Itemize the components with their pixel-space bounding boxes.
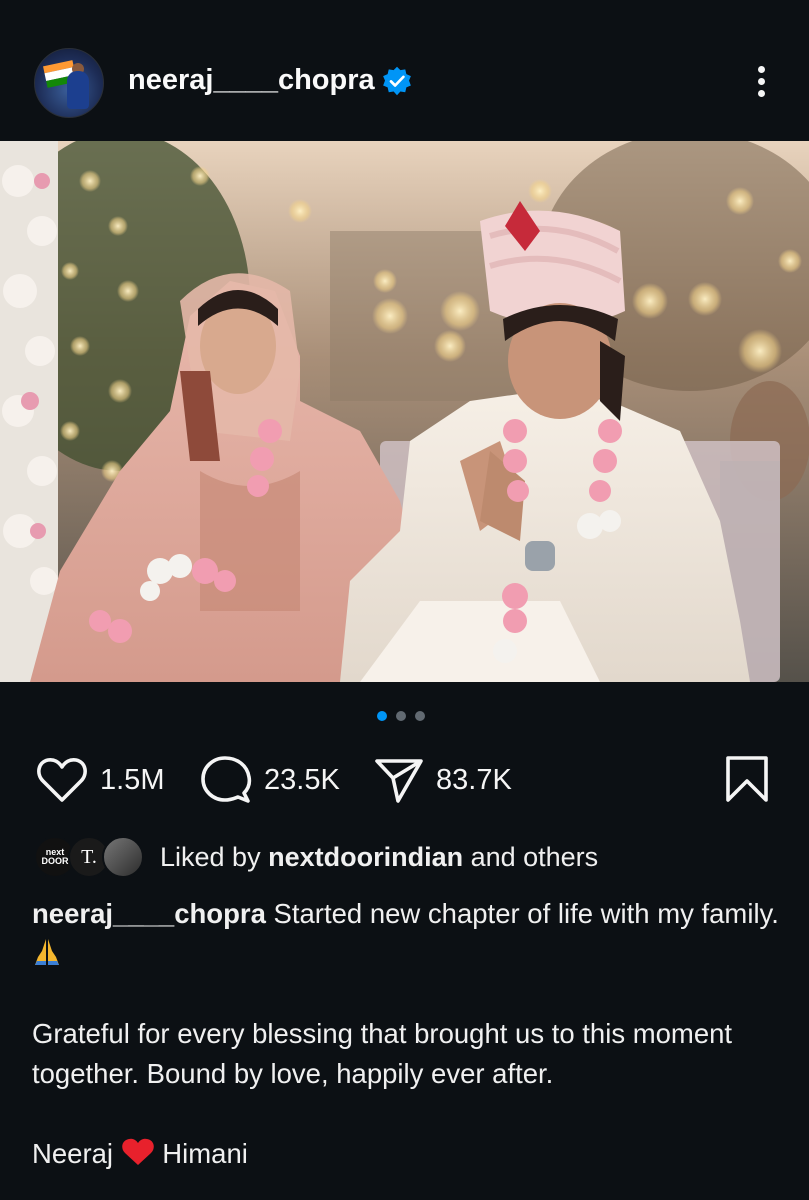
- red-heart-icon: [121, 1138, 154, 1165]
- profile-avatar[interactable]: [34, 48, 104, 118]
- comment-icon[interactable]: [200, 755, 252, 805]
- carousel-dot-active: [377, 711, 387, 721]
- avatar-person-body: [67, 71, 89, 109]
- liked-by-text: Liked by nextdoorindian and others: [160, 842, 599, 872]
- carousel-dot: [415, 711, 425, 721]
- caption-first-paragraph: neeraj____chopra Started new chapter of …: [32, 894, 782, 974]
- share-icon[interactable]: [374, 756, 424, 804]
- heart-icon[interactable]: [36, 756, 88, 804]
- caption-username[interactable]: neeraj____chopra: [32, 898, 266, 929]
- more-options-icon[interactable]: [748, 62, 774, 104]
- post-image[interactable]: [0, 141, 809, 682]
- carousel-dot: [396, 711, 406, 721]
- like-count[interactable]: 1.5M: [100, 764, 164, 797]
- comment-action[interactable]: 23.5K: [200, 745, 340, 815]
- like-action[interactable]: 1.5M: [36, 745, 164, 815]
- praying-hands-icon: [35, 939, 59, 965]
- liked-by-row[interactable]: next DOOR T. Liked by nextdoorindian and…: [34, 836, 774, 878]
- caption-third-paragraph: Neeraj Himani: [32, 1138, 248, 1169]
- action-bar: 1.5M 23.5K 83.7K: [0, 745, 809, 815]
- bookmark-icon[interactable]: [724, 755, 770, 803]
- post-caption: neeraj____chopra Started new chapter of …: [32, 894, 782, 1174]
- verified-badge-icon: [383, 66, 411, 96]
- comment-count[interactable]: 23.5K: [264, 764, 340, 797]
- post-username[interactable]: neeraj____chopra: [128, 64, 375, 97]
- wedding-photo: [0, 141, 809, 682]
- carousel-indicator: [377, 711, 437, 723]
- caption-second-paragraph: Grateful for every blessing that brought…: [32, 1018, 733, 1089]
- share-count[interactable]: 83.7K: [436, 764, 512, 797]
- share-action[interactable]: 83.7K: [374, 745, 512, 815]
- post-header: neeraj____chopra: [0, 0, 809, 140]
- caption-line1: Started new chapter of life with my fami…: [265, 898, 779, 929]
- liked-avatar-person[interactable]: [102, 836, 144, 878]
- liked-by-user[interactable]: nextdoorindian: [268, 842, 463, 872]
